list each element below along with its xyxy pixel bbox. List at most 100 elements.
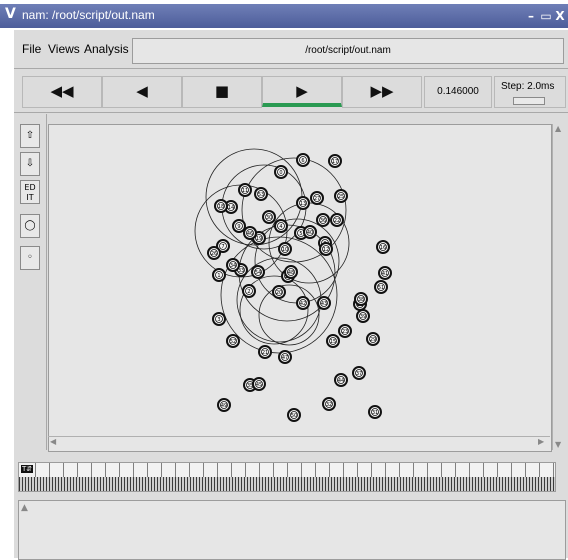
node-label: 4 bbox=[279, 224, 282, 230]
node-label: 5 bbox=[299, 231, 302, 237]
node-18[interactable]: 18 bbox=[214, 199, 228, 213]
node-15[interactable]: 15 bbox=[326, 334, 340, 348]
node-1[interactable]: 1 bbox=[212, 268, 226, 282]
node-42[interactable]: 42 bbox=[296, 296, 310, 310]
node-44[interactable]: 44 bbox=[334, 373, 348, 387]
node-39[interactable]: 39 bbox=[356, 309, 370, 323]
node-label: 11 bbox=[242, 188, 248, 194]
node-label: 15 bbox=[330, 339, 336, 345]
network-canvas[interactable]: 0123456789101112131415161718192021222324… bbox=[48, 124, 552, 452]
node-label: 39 bbox=[360, 314, 366, 320]
timeline-tick bbox=[497, 463, 498, 477]
timeline-tick bbox=[119, 463, 120, 477]
tool-dot-icon[interactable]: ◦ bbox=[20, 246, 40, 270]
timeline-tick bbox=[105, 463, 106, 477]
timeline-tick bbox=[203, 463, 204, 477]
node-2[interactable]: 2 bbox=[242, 284, 256, 298]
scroll-right-icon[interactable]: ▶ bbox=[538, 437, 544, 446]
node-41[interactable]: 41 bbox=[378, 266, 392, 280]
node-21[interactable]: 21 bbox=[258, 345, 272, 359]
node-30[interactable]: 30 bbox=[262, 210, 276, 224]
menu-analysis[interactable]: Analysis bbox=[84, 42, 129, 56]
node-29[interactable]: 29 bbox=[366, 332, 380, 346]
node-38[interactable]: 38 bbox=[354, 292, 368, 306]
node-0[interactable]: 0 bbox=[274, 165, 288, 179]
node-label: 16 bbox=[380, 245, 386, 251]
node-51[interactable]: 51 bbox=[374, 280, 388, 294]
node-label: 46 bbox=[247, 231, 253, 237]
node-26[interactable]: 26 bbox=[207, 246, 221, 260]
minimize-icon[interactable]: – bbox=[524, 8, 538, 24]
scroll-down-icon[interactable]: ▼ bbox=[555, 440, 561, 449]
stop-button[interactable]: ■ bbox=[182, 76, 262, 108]
node-47[interactable]: 47 bbox=[278, 350, 292, 364]
tool-circle-icon[interactable]: ◯ bbox=[20, 214, 40, 238]
node-34[interactable]: 34 bbox=[226, 258, 240, 272]
node-label: 53 bbox=[258, 192, 264, 198]
menu-file[interactable]: File bbox=[22, 42, 41, 56]
rewind-button[interactable]: ◀◀ bbox=[22, 76, 102, 108]
system-menu-icon[interactable]: V bbox=[5, 6, 16, 22]
node-16[interactable]: 16 bbox=[376, 240, 390, 254]
node-46[interactable]: 46 bbox=[243, 226, 257, 240]
panel-scroll-up-icon[interactable]: ▲ bbox=[21, 503, 28, 513]
node-43[interactable]: 43 bbox=[317, 296, 331, 310]
node-label: 0 bbox=[279, 170, 282, 176]
step-control[interactable]: Step: 2.0ms bbox=[494, 76, 566, 108]
node-40[interactable]: 40 bbox=[303, 225, 317, 239]
node-label: 9 bbox=[237, 224, 240, 230]
node-27[interactable]: 27 bbox=[310, 191, 324, 205]
node-48[interactable]: 48 bbox=[284, 265, 298, 279]
scroll-left-icon[interactable]: ◀ bbox=[50, 437, 56, 446]
scroll-up-icon[interactable]: ▲ bbox=[555, 124, 561, 133]
node-10[interactable]: 10 bbox=[278, 242, 292, 256]
node-54[interactable]: 54 bbox=[251, 265, 265, 279]
node-23[interactable]: 23 bbox=[338, 324, 352, 338]
node-37[interactable]: 37 bbox=[352, 366, 366, 380]
timeline-track[interactable] bbox=[19, 477, 555, 491]
vertical-scrollbar[interactable]: ▲ ▼ bbox=[552, 124, 565, 450]
play-button[interactable]: ▶ bbox=[262, 76, 342, 107]
timeline-tick bbox=[259, 463, 260, 477]
node-36[interactable]: 36 bbox=[316, 213, 330, 227]
zoom-in-icon[interactable]: ⇧ bbox=[20, 124, 40, 148]
file-path-display: /root/script/out.nam bbox=[132, 38, 564, 64]
node-20[interactable]: 20 bbox=[272, 285, 286, 299]
step-back-button[interactable]: ◀ bbox=[102, 76, 182, 108]
menu-views[interactable]: Views bbox=[48, 42, 80, 56]
node-11[interactable]: 11 bbox=[238, 183, 252, 197]
node-25[interactable]: 25 bbox=[334, 189, 348, 203]
node-label: 6 bbox=[301, 158, 304, 164]
timeline-tick bbox=[273, 463, 274, 477]
close-icon[interactable]: X bbox=[553, 8, 567, 24]
node-label: 14 bbox=[228, 205, 234, 211]
node-4[interactable]: 4 bbox=[274, 219, 288, 233]
node-52[interactable]: 52 bbox=[226, 334, 240, 348]
node-12[interactable]: 12 bbox=[319, 242, 333, 256]
maximize-icon[interactable]: ▭ bbox=[539, 8, 553, 24]
node-label: 27 bbox=[314, 196, 320, 202]
node-9[interactable]: 9 bbox=[232, 219, 246, 233]
node-17[interactable]: 17 bbox=[328, 154, 342, 168]
node-6[interactable]: 6 bbox=[296, 153, 310, 167]
node-3[interactable]: 3 bbox=[212, 312, 226, 326]
node-32[interactable]: 32 bbox=[322, 397, 336, 411]
node-50[interactable]: 50 bbox=[287, 408, 301, 422]
node-label: 32 bbox=[326, 402, 332, 408]
zoom-out-icon[interactable]: ⇩ bbox=[20, 152, 40, 176]
horizontal-scrollbar[interactable]: ◀ ▶ bbox=[48, 436, 550, 451]
node-49[interactable]: 49 bbox=[217, 398, 231, 412]
node-53[interactable]: 53 bbox=[254, 187, 268, 201]
node-22[interactable]: 22 bbox=[330, 213, 344, 227]
node-45[interactable]: 45 bbox=[252, 377, 266, 391]
node-label: 26 bbox=[211, 251, 217, 257]
timeline-slider[interactable]: T⇵ bbox=[18, 462, 556, 492]
node-13[interactable]: 13 bbox=[296, 196, 310, 210]
timeline-tick bbox=[511, 463, 512, 477]
fast-forward-button[interactable]: ▶▶ bbox=[342, 76, 422, 108]
node-label: 19 bbox=[256, 236, 262, 242]
step-slider[interactable] bbox=[513, 97, 545, 105]
timeline-tick bbox=[147, 463, 148, 477]
edit-button[interactable]: ED IT bbox=[20, 180, 40, 204]
node-31[interactable]: 31 bbox=[368, 405, 382, 419]
